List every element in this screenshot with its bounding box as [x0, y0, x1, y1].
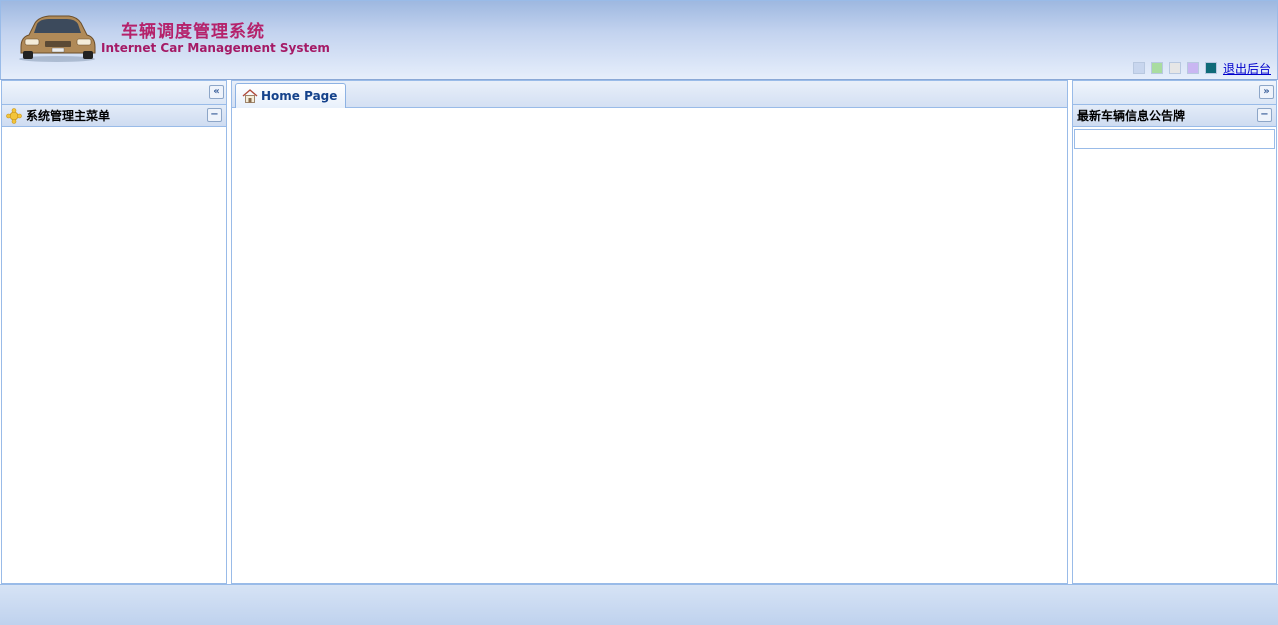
home-icon: [242, 89, 258, 103]
right-notice-panel: » 最新车辆信息公告牌 −: [1072, 80, 1277, 584]
car-logo-icon: [19, 15, 96, 62]
home-page-content: [232, 108, 1067, 578]
right-panel-toolbar: »: [1073, 81, 1276, 105]
tab-strip: Home Page: [232, 81, 1067, 108]
minimize-menu-icon[interactable]: −: [207, 108, 222, 122]
puzzle-icon: [6, 107, 22, 124]
notice-board-content: [1074, 129, 1275, 149]
app-header: 车辆调度管理系统 Internet Car Management System …: [0, 0, 1278, 80]
theme-switcher: [1133, 62, 1217, 74]
main-menu-header[interactable]: 系统管理主菜单 −: [2, 105, 226, 127]
theme-swatch-purple[interactable]: [1187, 62, 1199, 74]
theme-swatch-gray[interactable]: [1169, 62, 1181, 74]
app-footer: [0, 584, 1278, 625]
tab-home-page-label: Home Page: [261, 89, 338, 103]
collapse-right-icon[interactable]: »: [1259, 85, 1274, 99]
app-title-chinese: 车辆调度管理系统: [121, 22, 265, 42]
center-content-panel: Home Page: [231, 80, 1068, 584]
theme-swatch-blue[interactable]: [1133, 62, 1145, 74]
main-menu-title: 系统管理主菜单: [26, 109, 111, 123]
notice-board-title: 最新车辆信息公告牌: [1077, 109, 1186, 123]
minimize-notice-icon[interactable]: −: [1257, 108, 1272, 122]
theme-swatch-green[interactable]: [1151, 62, 1163, 74]
app-title-english: Internet Car Management System: [101, 41, 330, 55]
theme-swatch-teal[interactable]: [1205, 62, 1217, 74]
collapse-left-icon[interactable]: «: [209, 85, 224, 99]
notice-board-header[interactable]: 最新车辆信息公告牌 −: [1073, 105, 1276, 127]
logout-link[interactable]: 退出后台: [1223, 60, 1271, 77]
left-panel-toolbar: «: [2, 81, 226, 105]
left-nav-panel: « 系统管理主菜单 −: [1, 80, 227, 584]
tab-home-page[interactable]: Home Page: [235, 83, 347, 108]
